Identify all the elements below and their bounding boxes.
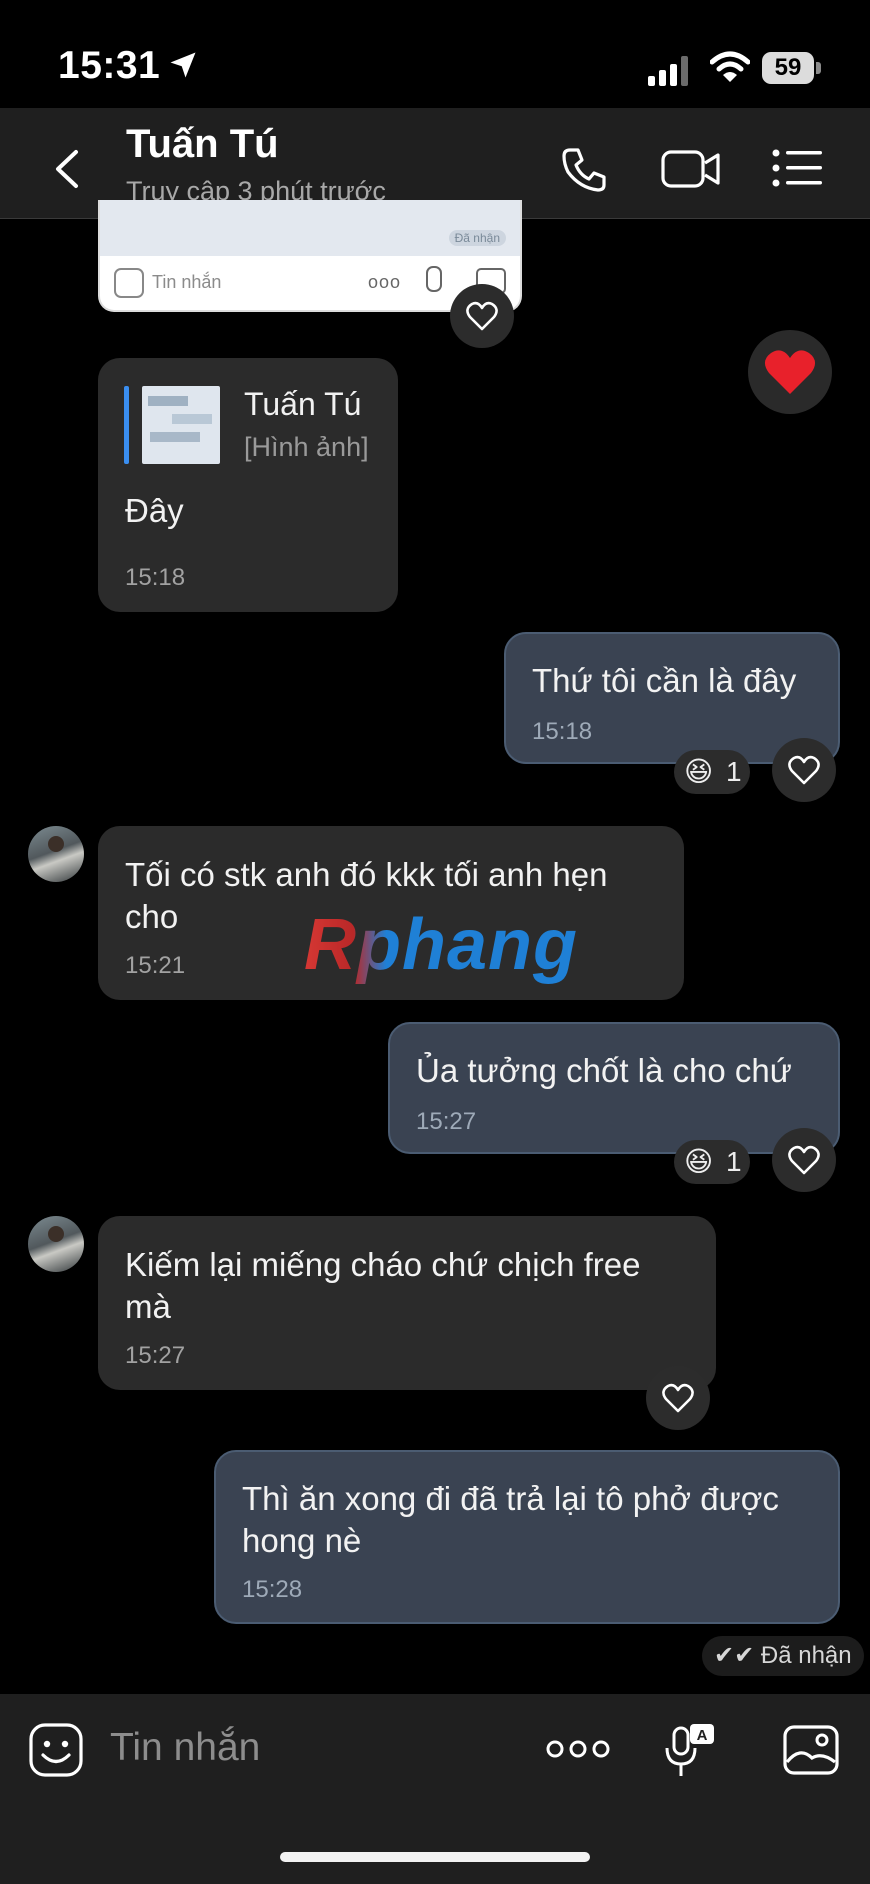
mini-received-label: Đã nhận	[448, 230, 506, 246]
wifi-icon	[710, 51, 750, 82]
react-button[interactable]	[772, 1128, 836, 1192]
battery-level: 59	[774, 54, 802, 81]
quote-type: [Hình ảnh]	[244, 432, 369, 462]
svg-text:A: A	[697, 1727, 708, 1744]
react-button[interactable]	[772, 738, 836, 802]
phone-icon[interactable]	[560, 146, 608, 194]
react-button[interactable]	[450, 284, 514, 348]
message-text: Ủa tưởng chốt là cho chứ	[416, 1052, 792, 1089]
double-check-icon: ✔✔	[714, 1642, 755, 1669]
message-time: 15:27	[416, 1108, 477, 1135]
reaction-heart[interactable]	[748, 330, 832, 414]
message-bubble-outgoing[interactable]: Ủa tưởng chốt là cho chứ 15:27	[388, 1022, 840, 1154]
message-time: 15:21	[125, 952, 186, 979]
mini-mic-icon	[426, 266, 442, 292]
reaction-count-pill[interactable]: 😆 1	[674, 1140, 750, 1184]
chevron-left-icon[interactable]	[50, 148, 84, 190]
message-bubble-incoming[interactable]: Tuấn Tú [Hình ảnh] Đây 15:18	[98, 358, 398, 612]
message-time: 15:18	[532, 718, 593, 745]
red-heart-icon	[764, 350, 816, 394]
heart-outline-icon	[788, 1145, 820, 1175]
watermark-logo: Rphang	[304, 905, 578, 985]
laugh-emoji: 😆	[684, 756, 714, 787]
video-camera-icon[interactable]	[660, 146, 722, 192]
quote-image-thumbnail	[142, 386, 220, 464]
contact-avatar[interactable]	[28, 1216, 84, 1272]
voice-to-text-icon[interactable]: A	[664, 1722, 716, 1780]
message-bubble-outgoing[interactable]: Thì ăn xong đi đã trả lại tô phở được ho…	[214, 1450, 840, 1624]
react-button[interactable]	[646, 1366, 710, 1430]
message-input[interactable]: Tin nhắn	[110, 1726, 260, 1770]
cellular-signal-icon	[648, 56, 688, 86]
reaction-count-pill[interactable]: 😆 1	[674, 750, 750, 794]
delivered-label: Đã nhận	[760, 1642, 852, 1669]
message-time: 15:28	[242, 1576, 303, 1603]
smiley-icon[interactable]	[28, 1722, 84, 1778]
home-indicator	[280, 1852, 590, 1862]
location-arrow-icon	[170, 52, 196, 78]
heart-outline-icon	[466, 301, 498, 331]
contact-name[interactable]: Tuấn Tú	[126, 122, 279, 167]
image-icon[interactable]	[782, 1724, 840, 1776]
heart-outline-icon	[662, 1383, 694, 1413]
list-menu-icon[interactable]	[772, 148, 824, 188]
delivered-status: ✔✔ Đã nhận	[702, 1636, 864, 1676]
message-text: Đây	[125, 492, 184, 529]
mini-smiley-icon	[114, 268, 144, 298]
heart-outline-icon	[788, 755, 820, 785]
mini-more-dots: ooo	[368, 272, 402, 292]
status-time: 15:31	[58, 44, 161, 87]
message-bubble-incoming[interactable]: Kiếm lại miếng cháo chứ chịch free mà 15…	[98, 1216, 716, 1390]
quote-accent-bar	[124, 386, 129, 464]
quote-author: Tuấn Tú	[244, 386, 362, 422]
battery-indicator: 59	[762, 52, 824, 84]
message-text: Thì ăn xong đi đã trả lại tô phở được ho…	[242, 1480, 779, 1559]
reaction-count: 1	[726, 1146, 742, 1177]
laugh-emoji: 😆	[684, 1146, 714, 1177]
contact-avatar[interactable]	[28, 826, 84, 882]
message-time: 15:18	[125, 564, 186, 591]
more-dots-icon[interactable]	[546, 1734, 610, 1764]
reaction-count: 1	[726, 756, 742, 787]
mini-input-placeholder: Tin nhắn	[152, 272, 222, 292]
message-time: 15:27	[125, 1342, 186, 1369]
message-text: Kiếm lại miếng cháo chứ chịch free mà	[125, 1246, 641, 1325]
message-text: Thứ tôi cần là đây	[532, 662, 797, 699]
